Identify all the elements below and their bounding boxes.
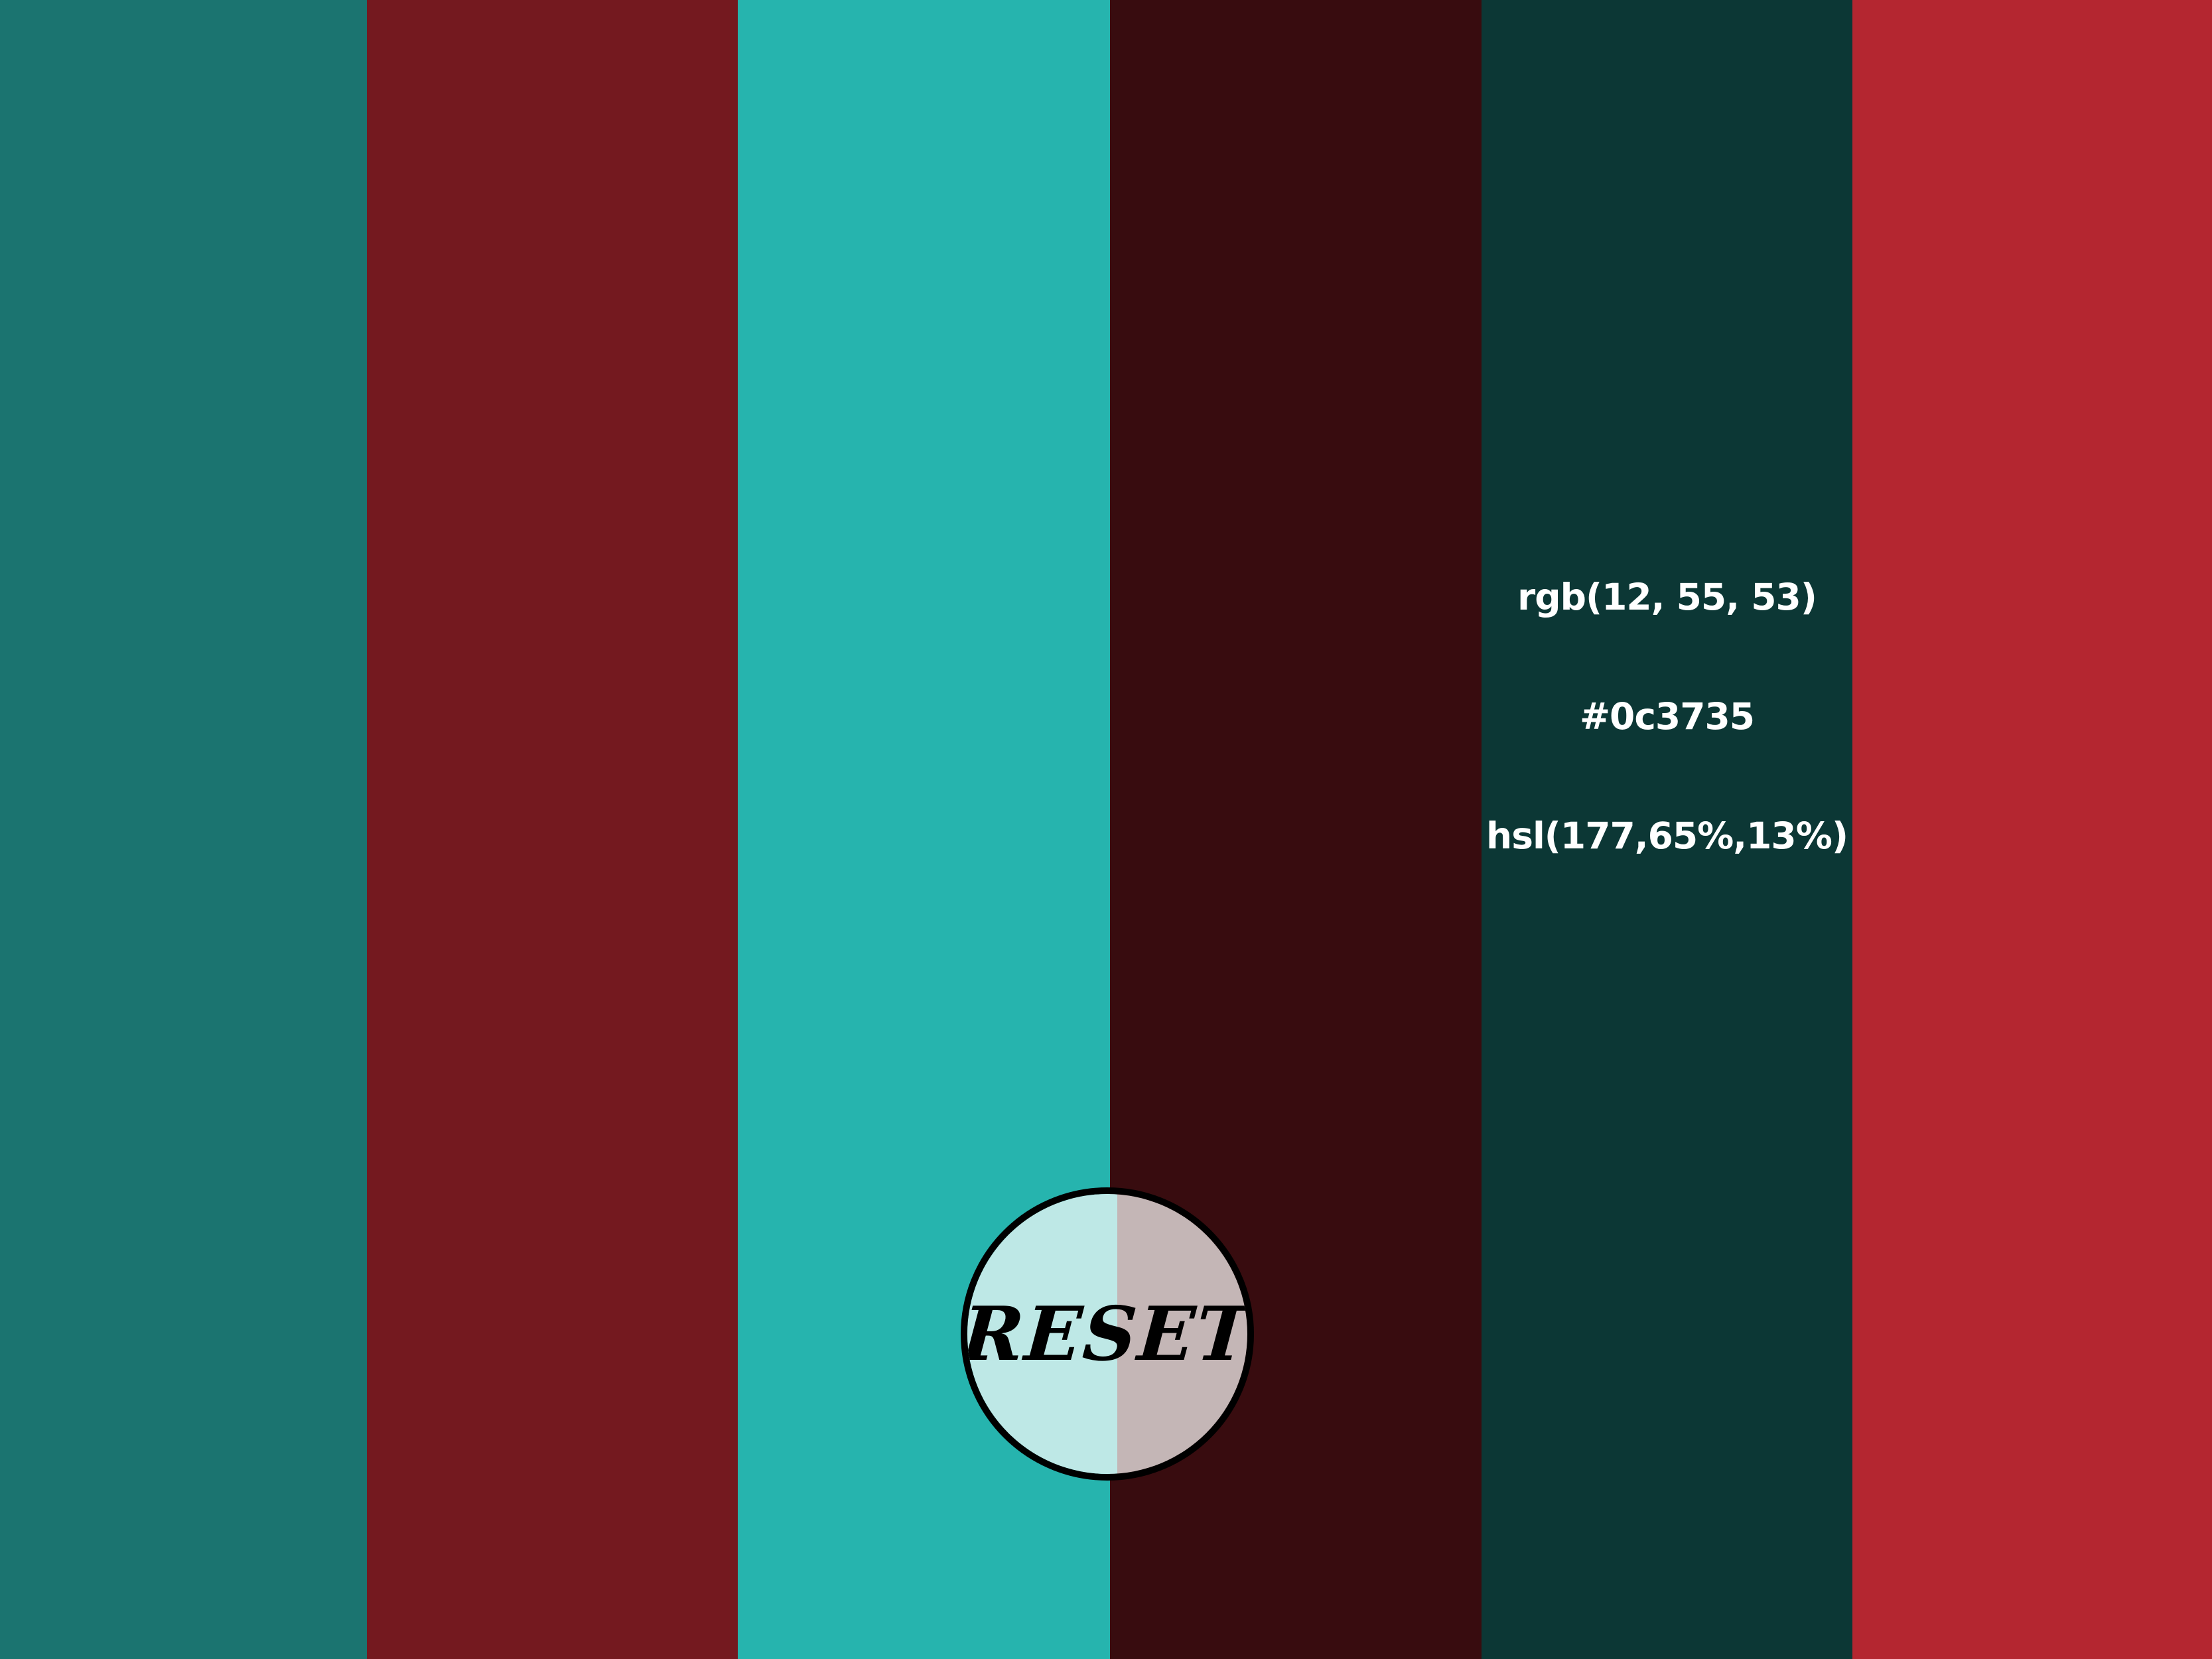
hex-code: #0c3735 [1579,695,1755,738]
color-stripe-6[interactable] [1852,0,2212,1659]
color-stripe-2[interactable] [367,0,738,1659]
rgb-code: rgb(12, 55, 53) [1517,576,1817,618]
reset-button-label: RESET [961,1290,1254,1378]
color-stripe-1[interactable] [0,0,367,1659]
reset-button[interactable]: RESET [961,1187,1254,1481]
color-codes: rgb(12, 55, 53) #0c3735 hsl(177,65%,13%) [1482,570,1852,862]
hsl-code: hsl(177,65%,13%) [1486,815,1848,857]
color-stripe-5[interactable]: rgb(12, 55, 53) #0c3735 hsl(177,65%,13%) [1482,0,1852,1659]
